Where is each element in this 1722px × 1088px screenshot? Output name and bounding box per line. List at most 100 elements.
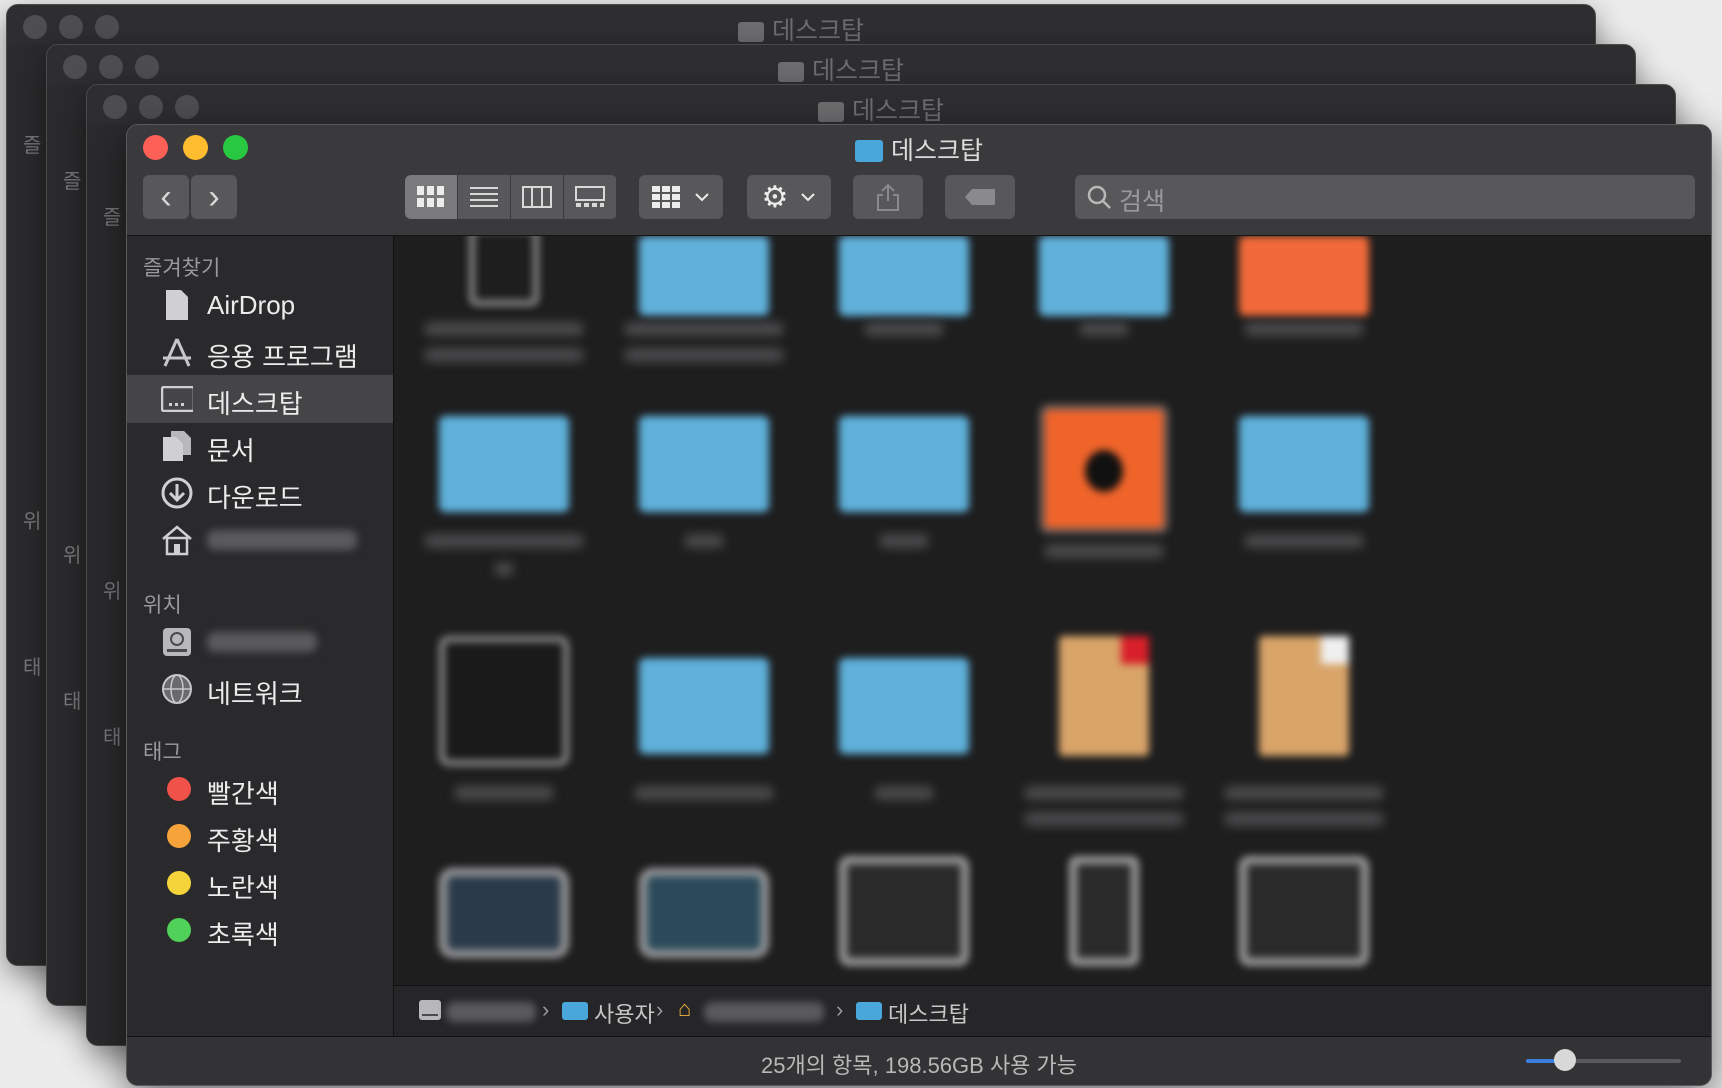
path-segment-home[interactable]	[704, 1002, 824, 1022]
back-button[interactable]: ‹	[143, 175, 189, 219]
view-mode-control	[405, 175, 617, 219]
sidebar-item-label: 문서	[207, 436, 255, 466]
orange-tag-dot	[167, 824, 191, 848]
folder-item[interactable]	[604, 404, 804, 614]
file-item[interactable]	[404, 236, 604, 386]
file-item[interactable]	[404, 636, 604, 846]
gear-icon: ⚙	[761, 180, 789, 214]
locations-header: 위치	[143, 594, 182, 617]
document-item[interactable]	[1204, 636, 1404, 846]
search-icon	[1087, 185, 1111, 209]
folder-item[interactable]	[604, 236, 804, 386]
window-title: 데스크탑	[127, 131, 1711, 167]
group-grid-icon	[652, 186, 680, 208]
sidebar-item-documents[interactable]: 문서	[127, 422, 393, 470]
gallery-view-button[interactable]	[564, 175, 617, 219]
sidebar-item-disk[interactable]	[127, 618, 393, 666]
background-window-title: 데스크탑	[7, 11, 1595, 47]
sidebar-item-label: AirDrop	[207, 290, 296, 320]
file-item[interactable]	[1004, 856, 1204, 985]
finder-window: 데스크탑 ‹ › ⚙ 검색 즐겨찾기 AirDrop 응용 프로그램 데스크탑 …	[126, 124, 1712, 1086]
sidebar-item-airdrop[interactable]: AirDrop	[127, 281, 393, 329]
sidebar-item-home[interactable]	[127, 516, 393, 564]
folder-item[interactable]	[804, 404, 1004, 614]
sidebar-item-label: 네트워크	[207, 679, 303, 709]
downloads-icon	[161, 477, 193, 509]
slider-knob[interactable]	[1553, 1049, 1576, 1071]
status-bar: 25개의 항목, 198.56GB 사용 가능	[127, 1036, 1711, 1085]
group-by-button[interactable]	[639, 175, 723, 219]
columns-icon	[522, 186, 552, 208]
folder-item[interactable]	[804, 236, 1004, 386]
file-item[interactable]	[404, 856, 604, 985]
documents-icon	[161, 430, 193, 462]
users-folder-icon	[562, 1002, 588, 1020]
share-icon	[877, 183, 899, 211]
sidebar-item-tag-red[interactable]: 빨간색	[127, 765, 393, 813]
folder-item[interactable]	[404, 404, 604, 614]
desktop-folder-icon	[856, 1002, 882, 1020]
icon-view-button[interactable]	[405, 175, 458, 219]
file-item[interactable]	[1204, 236, 1404, 386]
sidebar-item-label: 주황색	[207, 826, 279, 856]
sidebar-item-tag-orange[interactable]: 주황색	[127, 812, 393, 860]
folder-item[interactable]	[1204, 404, 1404, 614]
folder-item[interactable]	[604, 636, 804, 846]
status-text: 25개의 항목, 198.56GB 사용 가능	[760, 1053, 1078, 1078]
search-field[interactable]: 검색	[1075, 175, 1695, 219]
sidebar-item-tag-yellow[interactable]: 노란색	[127, 859, 393, 907]
applications-icon	[161, 336, 193, 368]
airdrop-icon	[161, 289, 193, 321]
folder-item[interactable]	[1004, 236, 1204, 386]
toolbar: 데스크탑 ‹ › ⚙ 검색	[127, 125, 1711, 236]
sidebar-item-tag-green[interactable]: 초록색	[127, 906, 393, 954]
sidebar-item-label: 초록색	[207, 920, 279, 950]
sidebar-item-label: 빨간색	[207, 779, 279, 809]
file-item[interactable]	[1204, 856, 1404, 985]
file-item[interactable]	[604, 856, 804, 985]
sidebar-item-label: 데스크탑	[207, 389, 303, 419]
sidebar-item-applications[interactable]: 응용 프로그램	[127, 328, 393, 376]
red-tag-dot	[167, 777, 191, 801]
forward-button[interactable]: ›	[191, 175, 237, 219]
path-segment-disk[interactable]	[446, 1002, 536, 1022]
home-icon: ⌂	[678, 996, 692, 1021]
sidebar-item-downloads[interactable]: 다운로드	[127, 469, 393, 517]
sidebar-item-label: 다운로드	[207, 483, 303, 513]
folder-icon	[854, 140, 883, 162]
search-placeholder: 검색	[1119, 188, 1166, 216]
file-item[interactable]	[804, 856, 1004, 985]
action-button[interactable]: ⚙	[747, 175, 831, 219]
file-grid	[394, 236, 1711, 985]
green-tag-dot	[167, 918, 191, 942]
list-icon	[470, 187, 498, 207]
network-icon	[161, 673, 193, 705]
disk-icon[interactable]	[418, 998, 442, 1022]
grid-icon	[417, 186, 444, 207]
disk-icon	[161, 626, 193, 658]
chevron-down-icon	[695, 193, 709, 202]
share-button[interactable]	[853, 175, 923, 219]
tags-header: 태그	[143, 741, 182, 764]
path-bar: › 사용자 › ⌂ › 데스크탑	[394, 985, 1711, 1036]
yellow-tag-dot	[167, 871, 191, 895]
path-segment-desktop[interactable]: 데스크탑	[888, 997, 969, 1029]
sidebar-item-desktop[interactable]: 데스크탑	[127, 375, 393, 423]
favorites-header: 즐겨찾기	[143, 257, 221, 280]
folder-item[interactable]	[804, 636, 1004, 846]
home-icon	[161, 524, 193, 556]
document-item[interactable]	[1004, 636, 1204, 846]
column-view-button[interactable]	[511, 175, 564, 219]
tag-button[interactable]	[945, 175, 1015, 219]
gallery-icon	[575, 186, 605, 207]
tag-icon	[965, 189, 995, 205]
list-view-button[interactable]	[458, 175, 511, 219]
blurred-disk-name	[207, 632, 317, 652]
desktop-icon	[161, 383, 193, 415]
icon-size-slider[interactable]	[1526, 1049, 1681, 1071]
app-item[interactable]	[1004, 404, 1204, 614]
chevron-down-icon	[801, 193, 816, 202]
path-segment-users[interactable]: 사용자	[594, 997, 655, 1029]
sidebar-item-network[interactable]: 네트워크	[127, 665, 393, 713]
blurred-username	[207, 530, 357, 550]
